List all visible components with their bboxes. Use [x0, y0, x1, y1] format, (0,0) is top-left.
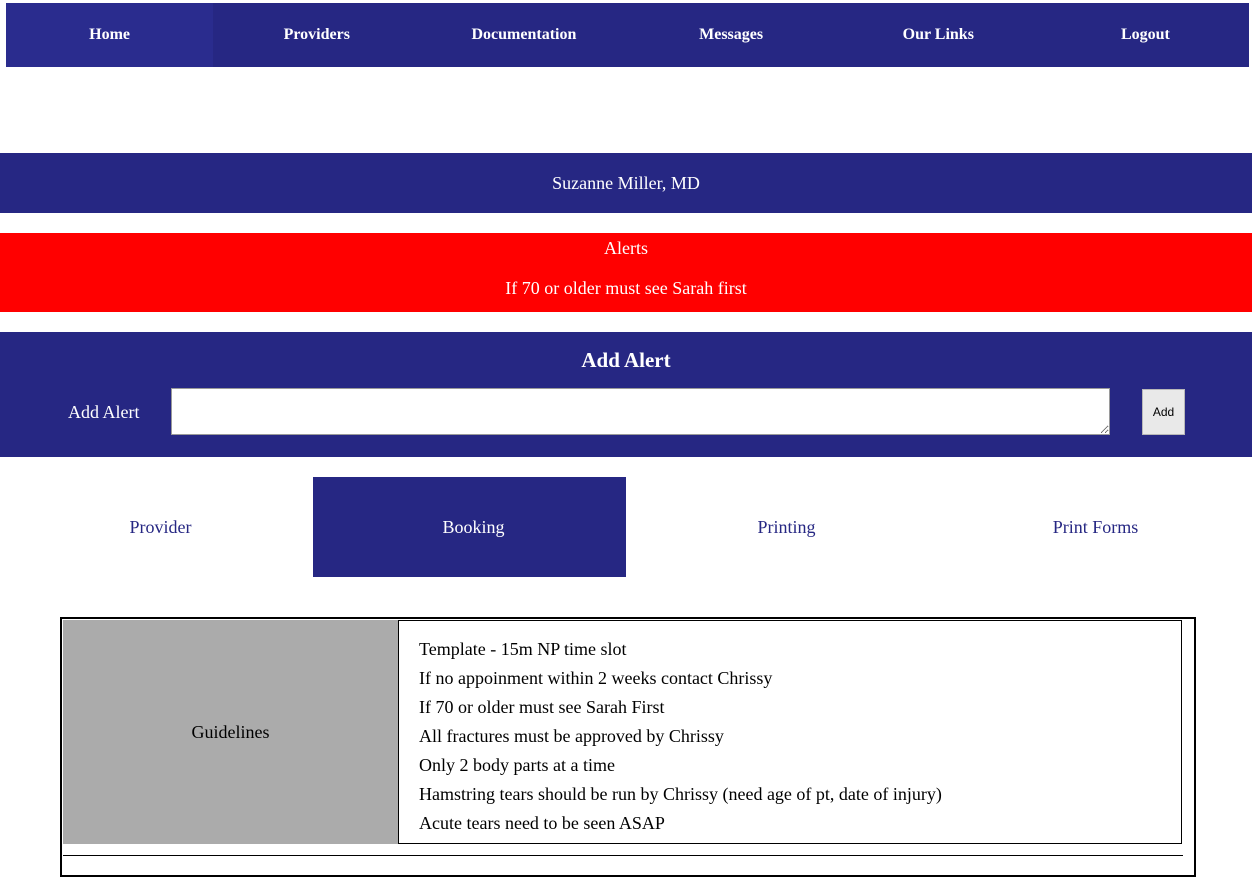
nav-providers[interactable]: Providers — [213, 3, 420, 67]
nav-logout[interactable]: Logout — [1042, 3, 1249, 67]
provider-name: Suzanne Miller, MD — [552, 172, 700, 193]
provider-tabs: Provider Booking Printing Print Forms — [0, 477, 1252, 577]
nav-documentation[interactable]: Documentation — [420, 3, 627, 67]
guidelines-label: Guidelines — [63, 620, 398, 844]
guideline-item: If 70 or older must see Sarah First — [419, 697, 665, 717]
provider-name-banner: Suzanne Miller, MD — [0, 153, 1252, 213]
add-alert-heading: Add Alert — [581, 348, 671, 372]
alert-message: If 70 or older must see Sarah first — [505, 278, 747, 298]
add-alert-label: Add Alert — [68, 402, 140, 422]
guideline-item: Acute tears need to be seen ASAP — [419, 813, 665, 833]
guideline-item: Hamstring tears should be run by Chrissy… — [419, 784, 942, 804]
guideline-item: If no appoinment within 2 weeks contact … — [419, 668, 773, 688]
guideline-item: All fractures must be approved by Chriss… — [419, 726, 724, 746]
tab-print-forms[interactable]: Print Forms — [939, 477, 1252, 577]
nav-home[interactable]: Home — [6, 3, 214, 67]
guidelines-list: Template - 15m NP time slot If no appoin… — [398, 620, 1182, 844]
tab-provider[interactable]: Provider — [0, 477, 313, 577]
guideline-item: Template - 15m NP time slot — [419, 639, 627, 659]
nav-messages[interactable]: Messages — [628, 3, 835, 67]
guideline-item: Only 2 body parts at a time — [419, 755, 615, 775]
guidelines-table: Guidelines Template - 15m NP time slot I… — [60, 617, 1196, 877]
main-navbar: Home Providers Documentation Messages Ou… — [6, 3, 1249, 67]
tab-printing[interactable]: Printing — [626, 477, 939, 577]
alerts-title: Alerts — [604, 238, 648, 258]
add-alert-panel: Add Alert Add Alert Add — [0, 332, 1252, 457]
add-alert-button[interactable]: Add — [1142, 389, 1185, 435]
add-alert-input[interactable] — [171, 388, 1110, 435]
guidelines-label-text: Guidelines — [191, 721, 270, 742]
nav-our-links[interactable]: Our Links — [835, 3, 1042, 67]
tab-booking[interactable]: Booking — [313, 477, 626, 577]
alerts-banner: Alerts If 70 or older must see Sarah fir… — [0, 233, 1252, 312]
